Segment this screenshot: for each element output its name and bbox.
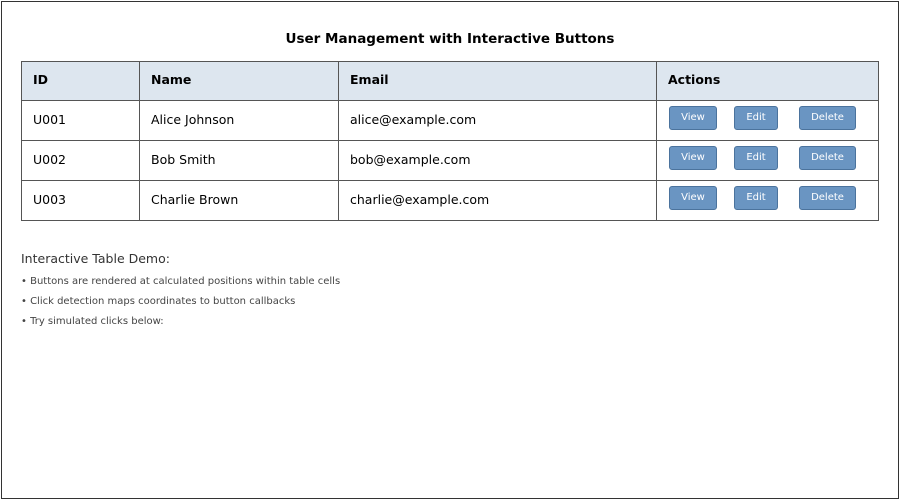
edit-button[interactable]: Edit <box>734 106 778 130</box>
page-title: User Management with Interactive Buttons <box>285 31 615 47</box>
table-row: U003 Charlie Brown charlie@example.com V… <box>21 180 879 221</box>
column-header-id: ID <box>21 61 140 101</box>
note-item: • Click detection maps coordinates to bu… <box>21 296 296 307</box>
notes-section: Interactive Table Demo: • Buttons are re… <box>21 251 881 335</box>
table-row: U002 Bob Smith bob@example.com View Edit… <box>21 140 879 181</box>
cell-email: alice@example.com <box>338 100 657 141</box>
user-table: ID Name Email Actions U001 Alice Johnson… <box>21 61 879 221</box>
delete-button[interactable]: Delete <box>799 106 856 130</box>
column-header-actions: Actions <box>656 61 879 101</box>
edit-button[interactable]: Edit <box>734 146 778 170</box>
column-header-name: Name <box>139 61 339 101</box>
cell-email: bob@example.com <box>338 140 657 181</box>
notes-heading: Interactive Table Demo: <box>21 251 170 266</box>
view-button[interactable]: View <box>669 106 717 130</box>
view-button[interactable]: View <box>669 146 717 170</box>
cell-name: Bob Smith <box>139 140 339 181</box>
edit-button[interactable]: Edit <box>734 186 778 210</box>
note-item: • Try simulated clicks below: <box>21 316 164 327</box>
table-row: U001 Alice Johnson alice@example.com Vie… <box>21 100 879 141</box>
cell-name: Charlie Brown <box>139 180 339 221</box>
delete-button[interactable]: Delete <box>799 146 856 170</box>
canvas-frame: User Management with Interactive Buttons… <box>1 1 899 499</box>
cell-email: charlie@example.com <box>338 180 657 221</box>
delete-button[interactable]: Delete <box>799 186 856 210</box>
cell-id: U002 <box>21 140 140 181</box>
note-item: • Buttons are rendered at calculated pos… <box>21 276 341 287</box>
column-header-email: Email <box>338 61 657 101</box>
cell-id: U003 <box>21 180 140 221</box>
cell-actions: View Edit Delete <box>656 100 879 141</box>
cell-id: U001 <box>21 100 140 141</box>
cell-name: Alice Johnson <box>139 100 339 141</box>
cell-actions: View Edit Delete <box>656 140 879 181</box>
cell-actions: View Edit Delete <box>656 180 879 221</box>
view-button[interactable]: View <box>669 186 717 210</box>
table-header-row: ID Name Email Actions <box>21 61 879 101</box>
